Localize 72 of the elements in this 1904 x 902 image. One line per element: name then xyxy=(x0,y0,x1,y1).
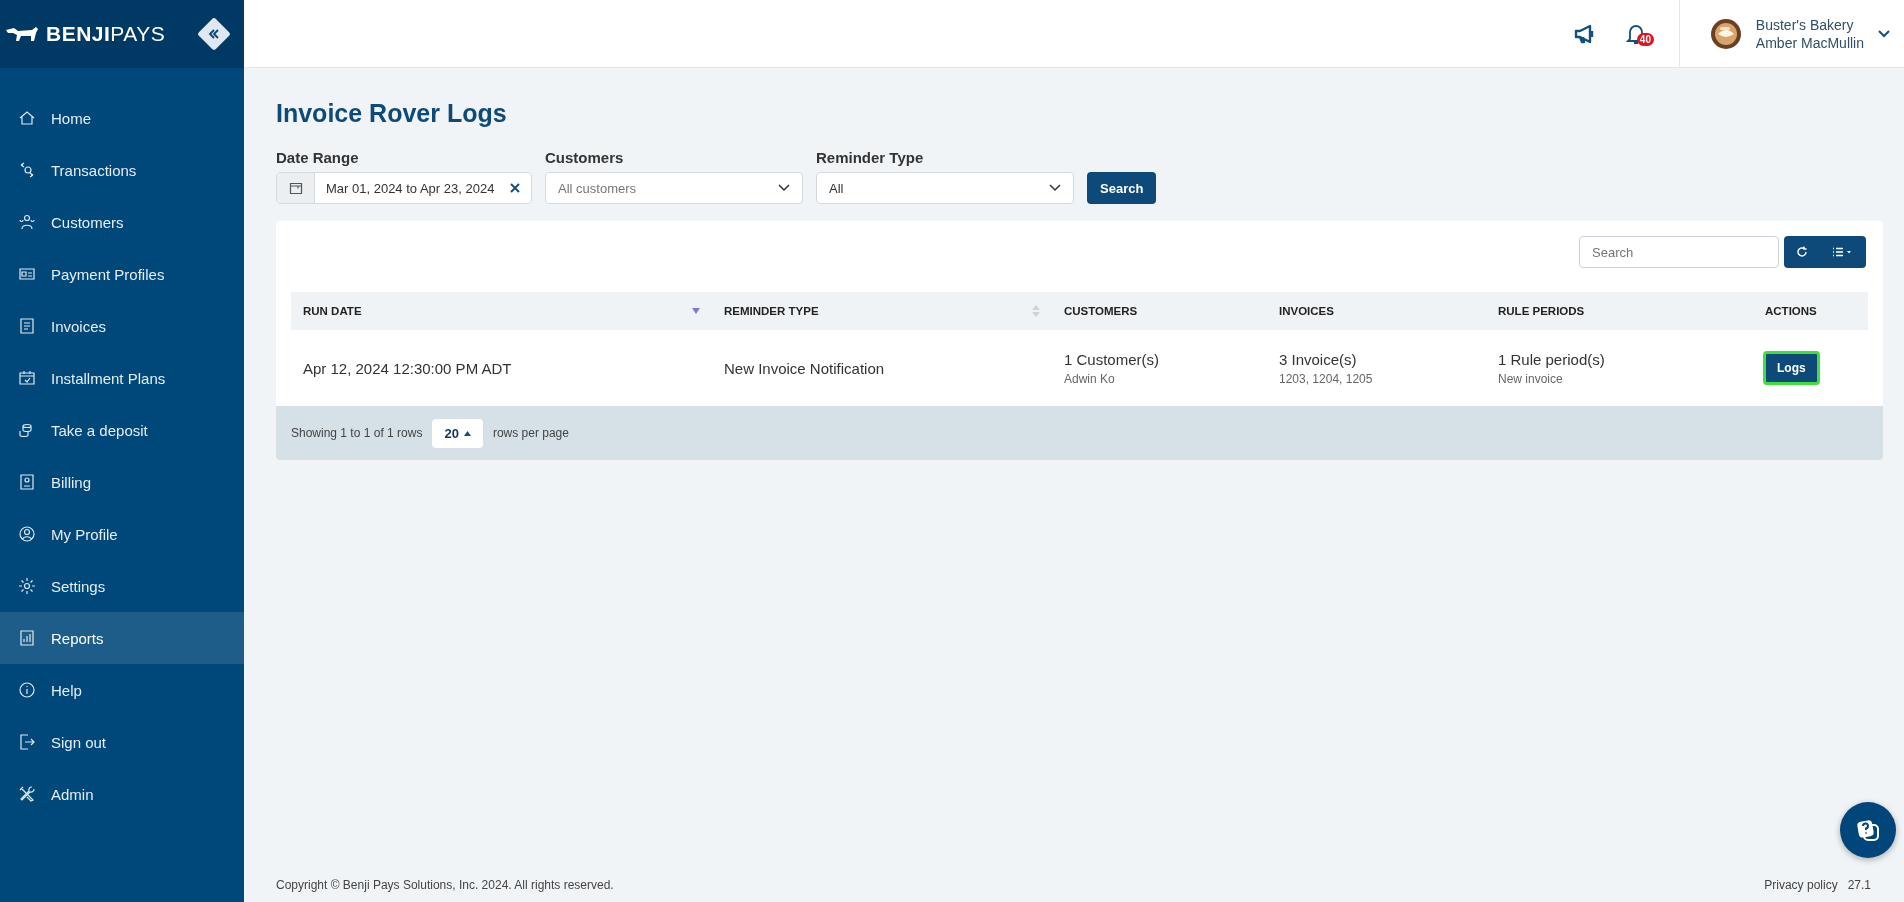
tools-icon xyxy=(17,784,37,804)
calendar-icon xyxy=(288,181,303,195)
search-button[interactable]: Search xyxy=(1087,172,1157,204)
date-range-field[interactable]: Mar 01, 2024 to Apr 23, 2024 xyxy=(276,172,532,204)
sidebar-item[interactable]: Home xyxy=(0,92,244,144)
chevron-down-icon xyxy=(1878,29,1890,38)
version-label: 27.1 xyxy=(1847,878,1871,892)
refresh-icon xyxy=(1796,246,1808,258)
sidebar-item[interactable]: Help xyxy=(0,664,244,716)
sidebar-item[interactable]: Customers xyxy=(0,196,244,248)
brand-name: BENJIPAYS xyxy=(46,22,166,46)
reminder-type-select[interactable]: All xyxy=(816,172,1074,204)
customers-select[interactable]: All customers xyxy=(545,172,803,204)
calendar-icon xyxy=(17,368,37,388)
notification-badge: 40 xyxy=(1636,32,1654,46)
id-card-icon xyxy=(17,472,37,492)
double-chevron-left-icon xyxy=(208,28,220,40)
receipt-icon xyxy=(17,316,37,336)
sidebar-item[interactable]: Transactions xyxy=(0,144,244,196)
people-icon xyxy=(17,212,37,232)
column-header[interactable]: RUN DATE xyxy=(303,305,362,317)
column-header[interactable]: INVOICES xyxy=(1279,305,1334,317)
logs-button[interactable]: Logs xyxy=(1763,351,1820,385)
dog-logo-icon xyxy=(6,25,40,43)
settings-icon xyxy=(17,576,37,596)
column-header[interactable]: REMINDER TYPE xyxy=(724,305,819,317)
privacy-policy-link[interactable]: Privacy policy xyxy=(1764,878,1838,892)
chevron-down-icon xyxy=(778,184,790,192)
sidebar-item[interactable]: Take a deposit xyxy=(0,404,244,456)
rows-summary: Showing 1 to 1 of 1 rows xyxy=(291,426,423,440)
clear-icon[interactable] xyxy=(510,183,520,193)
sidebar-item[interactable]: Invoices xyxy=(0,300,244,352)
table-cell: Apr 12, 2024 12:30:00 PM ADT xyxy=(303,359,512,377)
table-cell: 1 Customer(s) xyxy=(1064,350,1160,368)
cell-detail: New invoice xyxy=(1498,371,1563,386)
sidebar-item[interactable]: Reports xyxy=(0,612,244,664)
page-title: Invoice Rover Logs xyxy=(276,99,508,128)
table-cell: 1 Rule period(s) xyxy=(1498,350,1605,368)
sidebar-item[interactable]: Payment Profiles xyxy=(0,248,244,300)
cell-detail: 1203, 1204, 1205 xyxy=(1279,371,1373,386)
rows-per-page-label: rows per page xyxy=(492,426,569,440)
chart-icon xyxy=(17,628,37,648)
column-header[interactable]: CUSTOMERS xyxy=(1064,305,1138,317)
table-cell: New Invoice Notification xyxy=(724,359,885,377)
info-icon xyxy=(17,680,37,700)
column-header[interactable]: ACTIONS xyxy=(1765,305,1817,317)
profile-icon xyxy=(17,524,37,544)
chevron-down-icon xyxy=(1049,184,1061,192)
business-name: Buster's Bakery xyxy=(1755,16,1855,33)
column-header[interactable]: RULE PERIODS xyxy=(1498,305,1585,317)
user-name: Amber MacMullin xyxy=(1755,34,1864,51)
sidebar-item[interactable]: Admin xyxy=(0,768,244,820)
filter-label: Customers xyxy=(545,149,625,166)
caret-up-icon xyxy=(463,430,471,436)
filter-label: Date Range xyxy=(276,149,360,166)
search-field[interactable]: Search xyxy=(1579,236,1779,268)
sidebar-item[interactable]: My Profile xyxy=(0,508,244,560)
filter-label: Reminder Type xyxy=(816,149,925,166)
bakery-logo-icon xyxy=(1709,17,1742,50)
account-menu[interactable]: Buster's Bakery Amber MacMullin xyxy=(1678,0,1904,68)
copyright-text: Copyright © Benji Pays Solutions, Inc. 2024. All rights reserved. xyxy=(276,878,614,892)
sidebar-item[interactable]: Billing xyxy=(0,456,244,508)
help-button[interactable] xyxy=(1840,802,1896,858)
sign-out-icon xyxy=(17,732,37,752)
page-size-button[interactable]: 20 xyxy=(432,418,483,448)
sort-descending-icon[interactable] xyxy=(692,308,700,314)
sidebar-item[interactable]: Settings xyxy=(0,560,244,612)
sidebar-item[interactable]: Sign out xyxy=(0,716,244,768)
sidebar-item[interactable]: Installment Plans xyxy=(0,352,244,404)
list-caret-icon xyxy=(1832,247,1854,257)
cell-detail: Adwin Ko xyxy=(1064,371,1115,386)
table-cell: 3 Invoice(s) xyxy=(1279,350,1357,368)
